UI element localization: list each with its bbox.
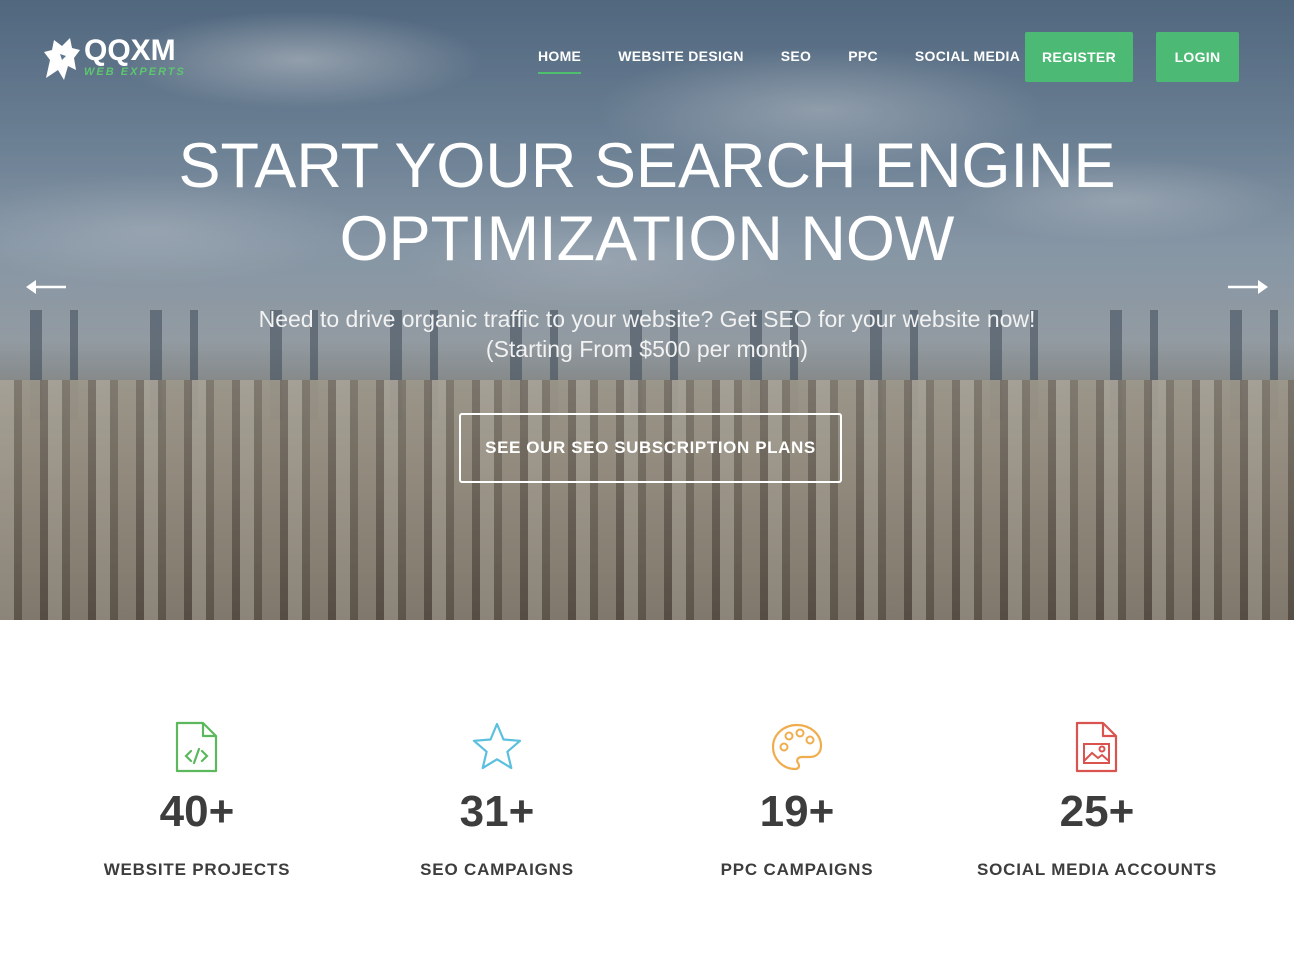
stat-website-projects: 40+ WEBSITE PROJECTS [47,720,347,880]
seo-plans-button[interactable]: SEE OUR SEO SUBSCRIPTION PLANS [459,413,842,483]
nav-ppc[interactable]: PPC [848,48,878,74]
stat-value: 31+ [459,787,535,836]
arrow-left-icon[interactable] [22,276,68,298]
stat-social-media-accounts: 25+ SOCIAL MEDIA ACCOUNTS [947,720,1247,880]
hero-banner: QQXM WEB EXPERTS HOME WEBSITE DESIGN SEO… [0,0,1294,620]
palette-icon [771,723,823,771]
site-logo[interactable]: QQXM WEB EXPERTS [40,34,190,84]
nav-home[interactable]: HOME [538,48,582,74]
hero-title-line1: START YOUR SEARCH ENGINE [178,131,1116,201]
stat-label: PPC CAMPAIGNS [720,860,874,879]
nav-social-media[interactable]: SOCIAL MEDIA [915,48,1020,74]
hero-subtitle-line2: (Starting From $500 per month) [485,336,809,362]
nav-website-design[interactable]: WEBSITE DESIGN [618,48,744,74]
stat-label: SOCIAL MEDIA ACCOUNTS [976,860,1217,879]
star-icon [472,722,522,770]
stat-seo-campaigns: 31+ SEO CAMPAIGNS [347,720,647,880]
stat-value: 19+ [759,787,835,836]
login-button[interactable]: LOGIN [1156,32,1239,82]
wolf-logo-icon [44,38,80,80]
nav-seo[interactable]: SEO [781,48,811,74]
stat-value: 25+ [1059,787,1135,836]
arrow-right-icon[interactable] [1226,276,1272,298]
image-file-icon [1075,721,1118,773]
hero-subtitle: Need to drive organic traffic to your we… [0,304,1294,364]
brand-tagline: WEB EXPERTS [84,66,186,78]
hero-subtitle-line1: Need to drive organic traffic to your we… [258,306,1036,332]
stat-label: SEO CAMPAIGNS [420,860,574,879]
stats-section: 40+ WEBSITE PROJECTS 31+ SEO CAMPAIGNS 1… [0,620,1294,972]
hero-title-line2: OPTIMIZATION NOW [339,204,955,274]
register-button[interactable]: REGISTER [1025,32,1133,82]
hero-title: START YOUR SEARCH ENGINE OPTIMIZATION NO… [0,130,1294,276]
main-nav: HOME WEBSITE DESIGN SEO PPC SOCIAL MEDIA [538,48,1057,74]
stat-value: 40+ [159,787,235,836]
stat-ppc-campaigns: 19+ PPC CAMPAIGNS [647,720,947,880]
code-file-icon [175,721,218,773]
stat-label: WEBSITE PROJECTS [103,860,291,879]
brand-name: QQXM [84,34,176,67]
